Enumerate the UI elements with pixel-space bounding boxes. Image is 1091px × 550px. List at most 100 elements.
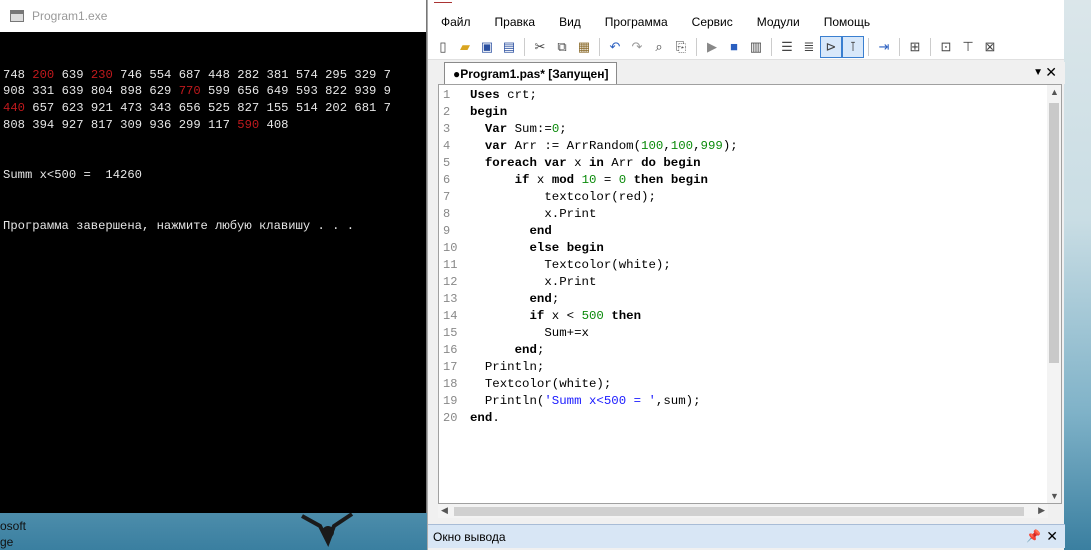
vertical-scroll-thumb[interactable]: [1049, 103, 1059, 363]
output-window-icon[interactable]: ⊳: [820, 35, 842, 58]
toolbar-separator: [899, 37, 900, 56]
scroll-right-icon[interactable]: ▶: [1038, 505, 1045, 516]
code-line: Println;: [470, 359, 738, 376]
code-text: ,sum);: [655, 394, 701, 408]
code-number-literal: 100: [670, 139, 694, 153]
code-line: Textcolor(white);: [470, 376, 738, 393]
console-number: 554: [149, 67, 172, 82]
code-line: Uses crt;: [470, 87, 738, 104]
stop-icon[interactable]: ■: [723, 36, 745, 58]
module-t-icon[interactable]: ⊤: [957, 36, 979, 58]
code-text: x.Print: [470, 207, 597, 221]
pin-icon[interactable]: 📌: [1026, 529, 1041, 543]
code-text: then begin: [633, 173, 708, 187]
console-window[interactable]: Program1.exe 748 200 639 230 746 554 687…: [0, 0, 427, 513]
scroll-up-icon[interactable]: ▲: [1050, 87, 1059, 97]
code-text: Textcolor(white);: [470, 258, 671, 272]
code-text: end;: [514, 343, 545, 357]
run-icon[interactable]: ▶: [701, 36, 723, 58]
console-number-line: 748 200 639 230 746 554 687 448 282 381 …: [3, 67, 423, 84]
console-number: 639: [61, 84, 84, 99]
code-text: then: [611, 309, 642, 323]
code-line: Var Sum:=0;: [470, 121, 738, 138]
line-number: 19: [443, 394, 458, 408]
code-text: Textcolor(white);: [470, 377, 612, 391]
save-all-icon[interactable]: ▤: [498, 36, 520, 58]
debug-window-icon[interactable]: ⊺: [842, 35, 864, 58]
code-text: var Arr := ArrRandom(: [484, 139, 642, 153]
console-number: 574: [295, 67, 318, 82]
redo-icon[interactable]: ↷: [626, 36, 648, 58]
output-close-icon[interactable]: ✕: [1046, 528, 1058, 545]
new-file-icon[interactable]: ▯: [432, 36, 454, 58]
code-text: foreach var x in Arr do begin: [484, 156, 701, 170]
step-icon[interactable]: ⇥: [873, 36, 895, 58]
undo-icon[interactable]: ↶: [604, 36, 626, 58]
cut-icon[interactable]: ✂: [529, 36, 551, 58]
comment-icon[interactable]: ☰: [776, 36, 798, 58]
ide-window[interactable]: Файл Правка Вид Программа Сервис Модули …: [427, 0, 1065, 550]
code-number-literal: 500: [581, 309, 604, 323]
console-number: 593: [295, 84, 318, 99]
form-designer-icon[interactable]: ⊞: [904, 36, 926, 58]
console-number: 7: [383, 67, 391, 82]
code-line: x.Print: [470, 206, 738, 223]
module-d-icon[interactable]: ⊡: [935, 36, 957, 58]
line-number: 7: [443, 190, 451, 204]
wallpaper-skier-figure: [301, 512, 354, 547]
code-text: =: [596, 173, 619, 187]
replace-icon[interactable]: ⎘: [670, 36, 692, 58]
paste-icon[interactable]: ▦: [573, 36, 595, 58]
compile-icon[interactable]: ▥: [745, 36, 767, 58]
scroll-down-icon[interactable]: ▼: [1050, 491, 1059, 501]
find-icon[interactable]: ⌕: [648, 36, 670, 58]
toolbar-separator: [696, 37, 697, 56]
line-number: 9: [443, 224, 451, 238]
output-window-header[interactable]: Окно вывода 📌 ✕: [428, 524, 1065, 548]
toolbar-separator: [524, 37, 525, 56]
code-text: end: [529, 224, 552, 238]
code-line: textcolor(red);: [470, 189, 738, 206]
console-number: 939: [354, 84, 377, 99]
code-text: else begin: [529, 241, 604, 255]
code-line: Textcolor(white);: [470, 257, 738, 274]
tab-program1[interactable]: ●Program1.pas* [Запущен]: [444, 62, 618, 84]
code-area[interactable]: Uses crt; begin Var Sum:=0; var Arr := Ar…: [470, 87, 738, 427]
tab-close-icon[interactable]: ✕: [1045, 64, 1057, 81]
menu-edit[interactable]: Правка: [489, 15, 542, 29]
copy-icon[interactable]: ⧉: [551, 36, 573, 58]
horizontal-scrollbar[interactable]: ◀ ▶: [438, 504, 1048, 518]
save-icon[interactable]: ▣: [476, 36, 498, 58]
code-line: end;: [470, 291, 738, 308]
console-titlebar[interactable]: Program1.exe: [0, 0, 426, 32]
code-number-literal: 100: [641, 139, 664, 153]
open-folder-icon[interactable]: ▰: [454, 36, 476, 58]
module-r-icon[interactable]: ⊠: [979, 36, 1001, 58]
line-number: 14: [443, 309, 458, 323]
console-number: 7: [383, 101, 391, 116]
horizontal-scroll-thumb[interactable]: [454, 507, 1024, 516]
menu-file[interactable]: Файл: [435, 15, 477, 29]
code-text: begin: [470, 105, 508, 119]
line-number: 18: [443, 377, 458, 391]
console-number: 681: [354, 101, 377, 116]
desktop-label-1: osoft: [0, 519, 27, 533]
menu-service[interactable]: Сервис: [686, 15, 739, 29]
console-number: 687: [178, 67, 201, 82]
console-number: 408: [266, 117, 289, 132]
console-number: 748: [3, 67, 25, 82]
code-line: Println('Summ x<500 = ',sum);: [470, 393, 738, 410]
console-app-icon: [10, 10, 24, 22]
menu-program[interactable]: Программа: [599, 15, 674, 29]
code-text: );: [722, 139, 738, 153]
code-editor[interactable]: 1 2 3 4 5 6 7 8 9 10 11 12 13 14 15 16 17 18 19 20 Uses crt…: [438, 84, 1062, 504]
console-number: 155: [266, 101, 289, 116]
console-title: Program1.exe: [32, 9, 108, 23]
menu-help[interactable]: Помощь: [818, 15, 876, 29]
tab-list-dropdown-icon[interactable]: ▼: [1033, 67, 1043, 78]
menu-modules[interactable]: Модули: [751, 15, 806, 29]
vertical-scrollbar[interactable]: ▲ ▼: [1047, 85, 1061, 503]
menu-view[interactable]: Вид: [553, 15, 587, 29]
scroll-left-icon[interactable]: ◀: [441, 505, 448, 516]
uncomment-icon[interactable]: ≣: [798, 36, 820, 58]
